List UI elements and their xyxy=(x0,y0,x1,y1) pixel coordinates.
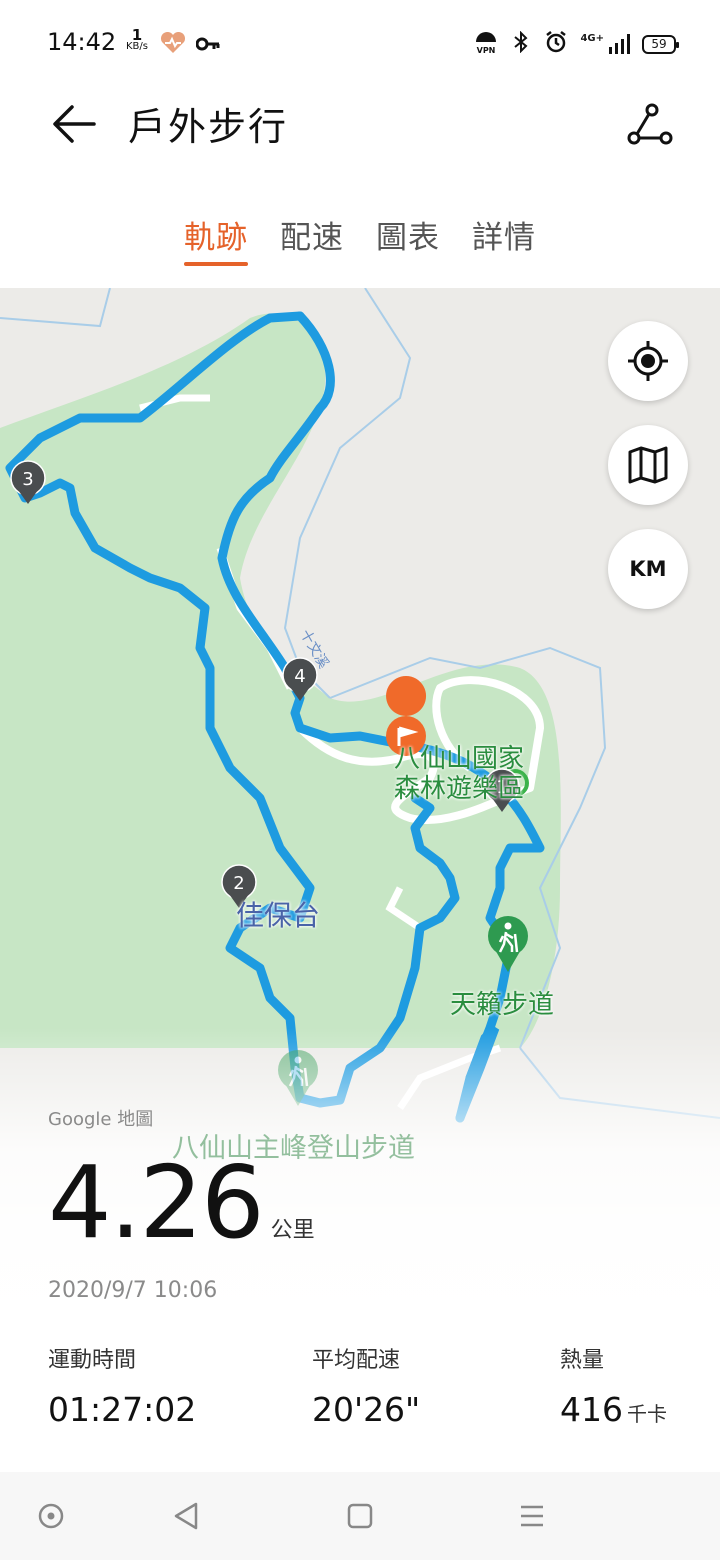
square-home-icon xyxy=(347,1503,373,1529)
nav-back-button[interactable] xyxy=(166,1496,206,1536)
tab-details[interactable]: 詳情 xyxy=(472,206,536,268)
tab-track[interactable]: 軌跡 xyxy=(184,206,248,268)
network-type: 4G+ xyxy=(580,33,604,44)
nav-home-button[interactable] xyxy=(340,1496,380,1536)
km-marker-2-label: 2 xyxy=(233,873,244,894)
stat-pace: 平均配速 20'26" xyxy=(312,1342,420,1429)
map-label-jiabao: 佳保台 xyxy=(236,899,321,932)
locate-icon xyxy=(628,341,668,381)
map-attribution: Google 地圖 xyxy=(48,1109,154,1130)
km-marker-4-label: 4 xyxy=(294,666,305,687)
stat-calories: 熱量 416 千卡 xyxy=(560,1342,667,1429)
network-speed-unit: KB/s xyxy=(126,41,148,52)
network-speed: 1 KB/s xyxy=(126,26,148,53)
stat-duration: 運動時間 01:27:02 xyxy=(48,1342,196,1429)
page-title: 戶外步行 xyxy=(128,105,289,149)
map-label-tianlai-trail: 天籟步道 xyxy=(450,990,555,1020)
stat-duration-value: 01:27:02 xyxy=(48,1390,197,1429)
route-icon xyxy=(627,103,673,145)
network-speed-value: 1 xyxy=(131,26,143,44)
workout-datetime: 2020/9/7 10:06 xyxy=(48,1278,218,1303)
status-time: 14:42 xyxy=(47,28,117,56)
stat-calories-label: 熱量 xyxy=(560,1348,605,1373)
triangle-back-icon xyxy=(174,1502,198,1530)
app-header: 戶外步行 xyxy=(0,86,720,166)
stat-calories-value: 416 xyxy=(560,1390,623,1429)
my-location-button[interactable] xyxy=(608,321,688,401)
nav-assistant-button[interactable] xyxy=(31,1496,71,1536)
circle-dot-icon xyxy=(38,1503,64,1529)
heart-icon xyxy=(160,31,186,58)
hamburger-menu-icon xyxy=(521,1505,543,1527)
stat-duration-label: 運動時間 xyxy=(48,1348,137,1373)
km-marker-3-label: 3 xyxy=(22,469,33,490)
map-icon xyxy=(628,446,668,484)
signal-icon: 4G+ xyxy=(580,33,630,55)
stat-calories-unit: 千卡 xyxy=(627,1402,667,1426)
nav-menu-button[interactable] xyxy=(512,1496,552,1536)
system-nav-bar xyxy=(0,1472,720,1560)
unit-toggle-button[interactable]: KM xyxy=(608,529,688,609)
map-label-forest-area: 八仙山國家 森林遊樂區 xyxy=(394,744,524,804)
key-icon xyxy=(195,36,220,55)
back-button[interactable] xyxy=(46,96,102,152)
stat-pace-label: 平均配速 xyxy=(312,1348,401,1373)
map-type-button[interactable] xyxy=(608,425,688,505)
alarm-icon xyxy=(544,30,568,58)
bluetooth-icon xyxy=(510,30,532,57)
distance-summary: 4.26 公里 xyxy=(48,1148,315,1258)
battery-icon: 59 xyxy=(642,34,679,54)
route-share-button[interactable] xyxy=(620,94,680,154)
vpn-icon: VPN xyxy=(474,30,498,58)
distance-unit: 公里 xyxy=(270,1218,315,1243)
svg-text:VPN: VPN xyxy=(477,46,496,54)
tab-bar: 軌跡 配速 圖表 詳情 xyxy=(0,206,720,268)
back-arrow-icon xyxy=(53,105,96,143)
status-bar: 14:42 1 KB/s VPN 4G+ 59 xyxy=(0,0,720,86)
tab-chart[interactable]: 圖表 xyxy=(376,206,440,268)
tab-pace[interactable]: 配速 xyxy=(280,206,344,268)
stat-pace-value: 20'26" xyxy=(312,1390,421,1429)
map-label-forest-line1: 八仙山國家 xyxy=(394,744,525,774)
map-label-forest-line2: 森林遊樂區 xyxy=(394,774,525,804)
distance-value: 4.26 xyxy=(48,1144,265,1261)
